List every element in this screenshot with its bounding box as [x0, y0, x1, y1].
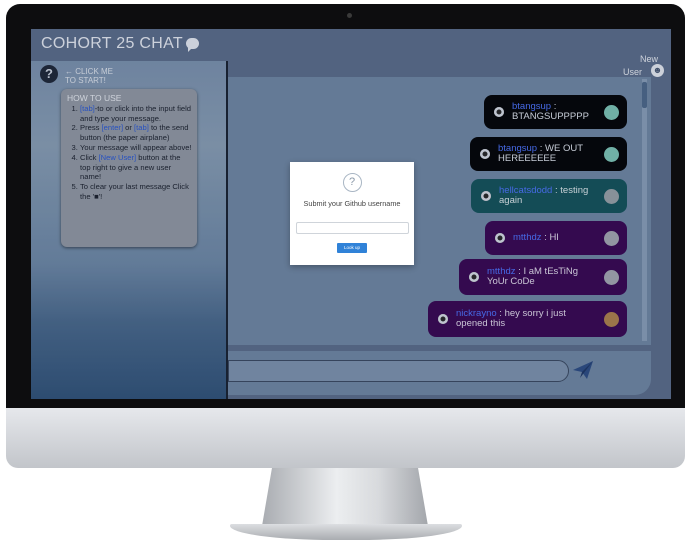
screen: COHORT 25 CHAT ? ← CLICK ME TO START! HO… [31, 29, 671, 399]
webcam-icon [347, 13, 352, 18]
github-username-input[interactable] [295, 222, 409, 234]
dialog-title: Submit your Github username [303, 199, 401, 208]
look-up-button[interactable]: Look up [337, 243, 367, 253]
question-icon: ? [342, 173, 362, 192]
monitor-stand [262, 468, 428, 526]
monitor-chin [6, 408, 685, 468]
monitor-base [230, 524, 462, 540]
github-username-dialog: ? Submit your Github username Look up [290, 162, 414, 265]
monitor-frame: COHORT 25 CHAT ? ← CLICK ME TO START! HO… [6, 4, 685, 408]
